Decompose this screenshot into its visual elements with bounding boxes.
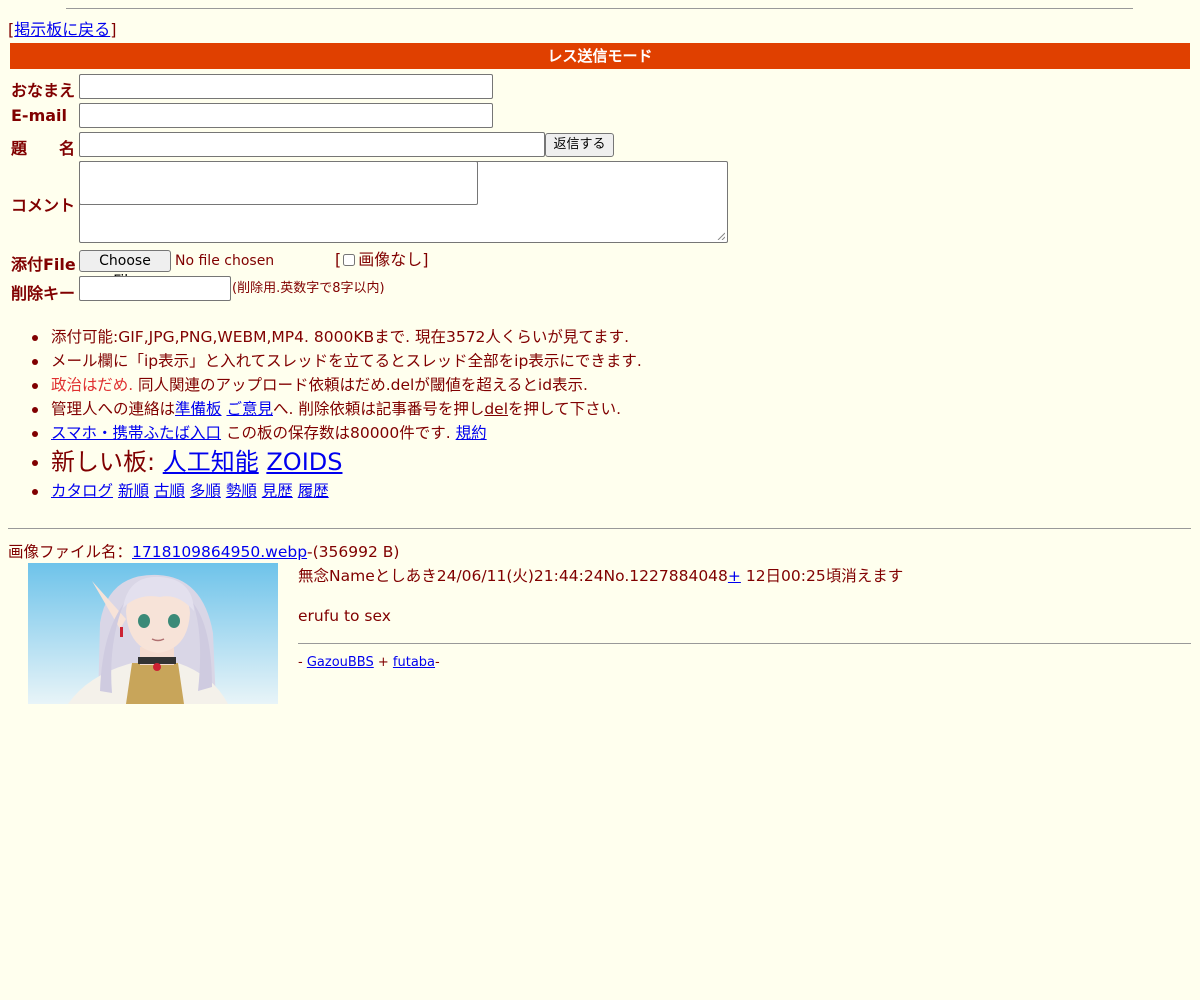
post-body: erufu to sex xyxy=(298,607,391,625)
rule-politics-text: 同人関連のアップロード依頼はだめ.delが閾値を超えるとid表示. xyxy=(133,376,588,394)
no-file-status: No file chosen xyxy=(175,253,275,269)
post-divider xyxy=(298,643,1191,644)
top-divider xyxy=(66,8,1133,9)
sort-momentum-link[interactable]: 勢順 xyxy=(226,482,257,500)
subject-input[interactable] xyxy=(79,132,545,157)
view-history-link[interactable]: 見歴 xyxy=(262,482,293,500)
post-history-link[interactable]: 履歴 xyxy=(298,482,329,500)
reply-submit-button[interactable]: 返信する xyxy=(545,133,614,157)
new-boards: 新しい板: 人工知能 ZOIDS xyxy=(32,445,642,479)
post-thumbnail[interactable] xyxy=(28,563,278,704)
del-keyword: del xyxy=(484,400,509,418)
file-prefix: 画像ファイル名： xyxy=(8,543,133,561)
reply-mode-banner: レス送信モード xyxy=(10,43,1190,69)
subject-label: 題 名 xyxy=(11,139,76,158)
post-meta: 無念Nameとしあき24/06/11(火)21:44:24No.12278840… xyxy=(298,567,728,585)
name-input[interactable] xyxy=(79,74,493,99)
rule-storage-text: この板の保存数は80000件です. xyxy=(221,424,456,442)
zoids-board-link[interactable]: ZOIDS xyxy=(266,448,342,476)
mobile-entrance-link[interactable]: スマホ・携帯ふたば入口 xyxy=(51,424,221,442)
feedback-link[interactable]: ご意見 xyxy=(226,400,273,418)
post-expire: 12日00:25頃消えます xyxy=(740,567,904,585)
rule-mobile: スマホ・携帯ふたば入口 この板の保存数は80000件です. 規約 xyxy=(32,421,642,445)
new-boards-label: 新しい板: xyxy=(51,448,163,476)
sort-oldest-link[interactable]: 古順 xyxy=(154,482,185,500)
rule-contact-text-a: 管理人への連絡は xyxy=(51,400,176,418)
footer-dash-open: - xyxy=(298,655,307,670)
sort-links: カタログ 新順 古順 多順 勢順 見歴 履歴 xyxy=(32,479,642,503)
back-to-board-link[interactable]: 掲示板に戻る xyxy=(14,20,110,39)
gazoubbs-link[interactable]: GazouBBS xyxy=(307,655,374,670)
rule-contact-text-b: へ. 削除依頼は記事番号を押し xyxy=(272,400,485,418)
file-label: 添付File xyxy=(11,255,76,274)
post-file-info: 画像ファイル名：1718109864950.webp-(356992 B) xyxy=(8,542,399,562)
resize-grip-icon[interactable] xyxy=(717,232,725,240)
back-nav: [掲示板に戻る] xyxy=(8,20,117,40)
thread-divider xyxy=(8,528,1191,529)
delete-key-hint: (削除用.英数字で8字以内) xyxy=(232,281,385,296)
no-image-label: 画像なし xyxy=(358,250,423,269)
rule-contact-text-c: を押して下さい. xyxy=(508,400,621,418)
rule-ip-display: メール欄に「ip表示」と入れてスレッドを立てるとスレッド全部をip表示にできます… xyxy=(32,349,642,373)
sort-newest-link[interactable]: 新順 xyxy=(118,482,149,500)
rule-politics-warning: 政治はだめ. xyxy=(51,376,134,394)
delete-key-input[interactable] xyxy=(79,276,231,301)
rule-contact: 管理人への連絡は準備板 ご意見へ. 削除依頼は記事番号を押しdelを押して下さい… xyxy=(32,397,642,421)
rule-politics: 政治はだめ. 同人関連のアップロード依頼はだめ.delが閾値を超えるとid表示. xyxy=(32,373,642,397)
prep-board-link[interactable]: 準備板 xyxy=(175,400,222,418)
anime-character-image xyxy=(28,563,278,704)
no-image-bracket-open: [ xyxy=(335,250,342,269)
no-image-checkbox[interactable] xyxy=(343,254,356,266)
sort-most-link[interactable]: 多順 xyxy=(190,482,221,500)
choose-file-button[interactable]: Choose File xyxy=(79,250,171,289)
no-image-bracket-close: ] xyxy=(422,250,429,269)
footer-dash-close: - xyxy=(435,655,440,670)
post-header: 無念Nameとしあき24/06/11(火)21:44:24No.12278840… xyxy=(298,566,903,586)
rule-upload-info: 添付可能:GIF,JPG,PNG,WEBM,MP4. 8000KBまで. 現在3… xyxy=(32,325,642,349)
footer-plus: + xyxy=(373,655,393,670)
catalog-link[interactable]: カタログ xyxy=(51,482,113,500)
delete-key-label: 削除キー xyxy=(11,284,76,303)
back-bracket-close: ] xyxy=(110,20,117,39)
email-input[interactable] xyxy=(79,103,493,128)
email-label: E-mail xyxy=(11,106,68,125)
post-plus-link[interactable]: + xyxy=(728,567,741,585)
terms-link[interactable]: 規約 xyxy=(456,424,487,442)
image-file-link[interactable]: 1718109864950.webp xyxy=(132,543,307,561)
no-image-option: [ 画像なし] xyxy=(335,250,429,270)
file-size: -(356992 B) xyxy=(307,543,400,561)
comment-label: コメント xyxy=(11,196,76,215)
name-label: おなまえ xyxy=(11,81,76,100)
board-rules-list: 添付可能:GIF,JPG,PNG,WEBM,MP4. 8000KBまで. 現在3… xyxy=(32,325,642,503)
credits-footer: - GazouBBS + futaba- xyxy=(298,655,440,671)
ai-board-link[interactable]: 人工知能 xyxy=(163,448,259,476)
futaba-link[interactable]: futaba xyxy=(393,655,435,670)
comment-textarea-inner[interactable] xyxy=(79,161,478,205)
